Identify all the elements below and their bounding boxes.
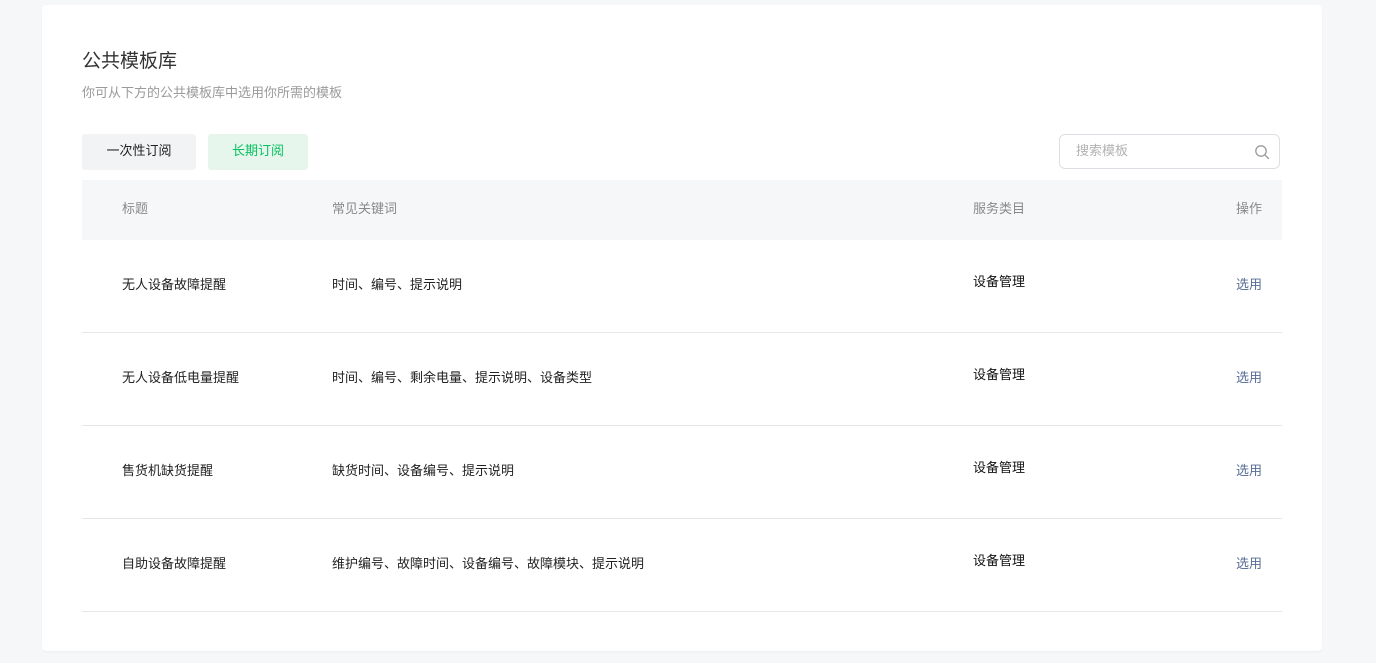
page-title: 公共模板库	[82, 50, 178, 72]
row-category: 设备管理	[973, 461, 1026, 476]
page-subtitle: 你可从下方的公共模板库中选用你所需的模板	[82, 86, 343, 101]
template-library-card: 公共模板库 你可从下方的公共模板库中选用你所需的模板 一次性订阅 长期订阅 标题…	[42, 5, 1322, 651]
table-row: 自助设备故障提醒 维护编号、故障时间、设备编号、故障模块、提示说明 设备管理 选…	[82, 519, 1282, 612]
row-keywords: 时间、编号、剩余电量、提示说明、设备类型	[332, 371, 593, 386]
select-button[interactable]: 选用	[1236, 277, 1262, 295]
table-row: 无人设备低电量提醒 时间、编号、剩余电量、提示说明、设备类型 设备管理 选用	[82, 333, 1282, 426]
row-category: 设备管理	[973, 368, 1026, 383]
row-title: 售货机缺货提醒	[122, 464, 214, 479]
search-box[interactable]	[1059, 134, 1280, 169]
column-header-title: 标题	[122, 202, 149, 217]
select-button[interactable]: 选用	[1236, 556, 1262, 574]
row-category: 设备管理	[973, 554, 1026, 569]
row-keywords: 缺货时间、设备编号、提示说明	[332, 464, 515, 479]
tab-one-time-subscription[interactable]: 一次性订阅	[82, 134, 196, 170]
row-title: 无人设备低电量提醒	[122, 371, 240, 386]
search-icon[interactable]	[1254, 144, 1270, 160]
search-input[interactable]	[1060, 135, 1250, 168]
table-row: 无人设备故障提醒 时间、编号、提示说明 设备管理 选用	[82, 240, 1282, 333]
row-keywords: 维护编号、故障时间、设备编号、故障模块、提示说明	[332, 557, 645, 572]
select-button[interactable]: 选用	[1236, 463, 1262, 481]
table-row: 售货机缺货提醒 缺货时间、设备编号、提示说明 设备管理 选用	[82, 426, 1282, 519]
row-keywords: 时间、编号、提示说明	[332, 278, 463, 293]
row-title: 自助设备故障提醒	[122, 557, 227, 572]
select-button[interactable]: 选用	[1236, 370, 1262, 388]
column-header-category: 服务类目	[973, 202, 1026, 217]
table-header: 标题 常见关键词 服务类目 操作	[82, 180, 1282, 240]
tab-long-term-subscription[interactable]: 长期订阅	[208, 134, 308, 170]
column-header-keywords: 常见关键词	[332, 202, 398, 217]
row-title: 无人设备故障提醒	[122, 278, 227, 293]
column-header-action: 操作	[1235, 202, 1262, 217]
template-table: 标题 常见关键词 服务类目 操作 无人设备故障提醒 时间、编号、提示说明 设备管…	[82, 180, 1282, 612]
row-category: 设备管理	[973, 275, 1026, 290]
